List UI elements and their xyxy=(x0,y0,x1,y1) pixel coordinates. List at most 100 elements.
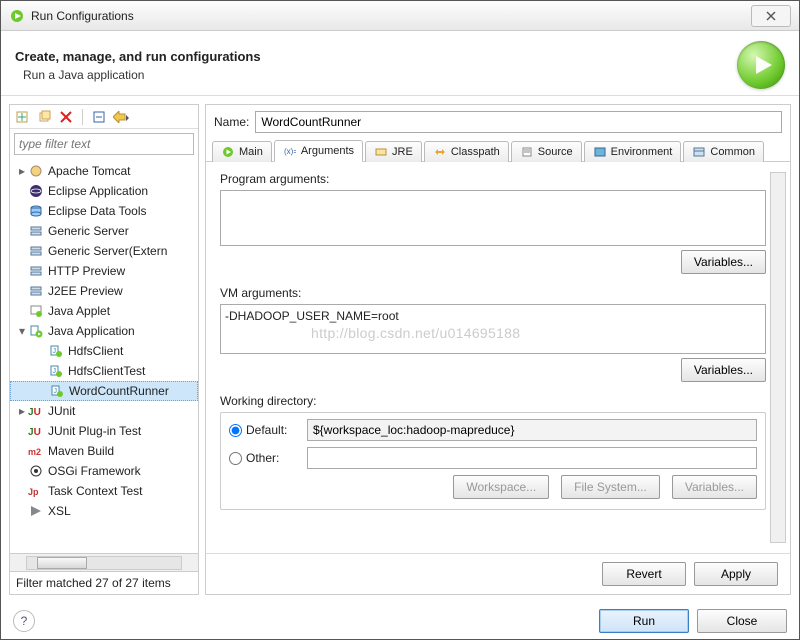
tree-item-j2ee-preview[interactable]: J2EE Preview xyxy=(10,281,198,301)
maven-icon: m2 xyxy=(28,443,44,459)
tree-item-label: HTTP Preview xyxy=(48,264,125,278)
tree-item-eclipse-application[interactable]: Eclipse Application xyxy=(10,181,198,201)
program-args-label: Program arguments: xyxy=(220,172,766,186)
expand-arrow-icon[interactable]: ▸ xyxy=(16,164,28,178)
javarun-icon: J xyxy=(49,383,65,399)
v-scrollbar[interactable] xyxy=(770,172,786,543)
program-args-input[interactable] xyxy=(220,190,766,246)
tree-item-label: Generic Server(Extern xyxy=(48,244,167,258)
tree-item-hdfsclienttest[interactable]: JHdfsClientTest xyxy=(10,361,198,381)
xsl-icon xyxy=(28,503,44,519)
tree-item-eclipse-data-tools[interactable]: Eclipse Data Tools xyxy=(10,201,198,221)
tab-common[interactable]: Common xyxy=(683,141,764,162)
close-button[interactable]: Close xyxy=(697,609,787,633)
vm-args-input[interactable]: -DHADOOP_USER_NAME=root http://blog.csdn… xyxy=(220,304,766,354)
delete-icon[interactable] xyxy=(58,109,74,125)
svg-text:JU: JU xyxy=(28,427,41,438)
tab-arguments[interactable]: (x)= Arguments xyxy=(274,140,363,162)
filter-menu-icon[interactable] xyxy=(113,109,129,125)
eclipse-icon xyxy=(28,183,44,199)
args-icon: (x)= xyxy=(283,144,297,158)
filter-box[interactable] xyxy=(14,133,194,155)
tab-classpath[interactable]: Classpath xyxy=(424,141,509,162)
tree-item-task-context-test[interactable]: Jp Task Context Test xyxy=(10,481,198,501)
common-icon xyxy=(692,145,706,159)
server-icon xyxy=(28,263,44,279)
tree-item-generic-server-extern[interactable]: Generic Server(Extern xyxy=(10,241,198,261)
tab-label: JRE xyxy=(392,146,413,158)
tree-item-hdfsclient[interactable]: J HdfsClient xyxy=(10,341,198,361)
watermark-text: http://blog.csdn.net/u014695188 xyxy=(311,325,520,341)
tab-source[interactable]: Source xyxy=(511,141,582,162)
tree-item-label: WordCountRunner xyxy=(69,384,169,398)
expand-arrow-icon[interactable]: ▾ xyxy=(16,324,28,338)
tree-item-label: Task Context Test xyxy=(48,484,143,498)
run-header-icon xyxy=(737,41,785,89)
source-icon xyxy=(520,145,534,159)
svg-text:(x)=: (x)= xyxy=(284,147,296,156)
tab-main[interactable]: Main xyxy=(212,141,272,162)
tree-item-generic-server[interactable]: Generic Server xyxy=(10,221,198,241)
apply-button[interactable]: Apply xyxy=(694,562,778,586)
vm-variables-button[interactable]: Variables... xyxy=(681,358,766,382)
workspace-button[interactable]: Workspace... xyxy=(453,475,549,499)
eclipse-run-icon xyxy=(9,8,25,24)
new-config-icon[interactable] xyxy=(14,109,30,125)
h-scrollbar[interactable] xyxy=(10,553,198,571)
duplicate-icon[interactable] xyxy=(36,109,52,125)
close-window-button[interactable] xyxy=(751,5,791,27)
revert-button[interactable]: Revert xyxy=(602,562,686,586)
dialog-header: Create, manage, and run configurations R… xyxy=(1,31,799,96)
tree-item-java-application[interactable]: ▾ Java Application xyxy=(10,321,198,341)
junit-icon: JU xyxy=(28,403,44,419)
tab-label: Arguments xyxy=(301,145,354,157)
tree-item-java-applet[interactable]: Java Applet xyxy=(10,301,198,321)
javarun-icon: J xyxy=(48,343,64,359)
name-input[interactable] xyxy=(255,111,782,133)
tree-item-junit-plug-in-test[interactable]: JUJUnit Plug-in Test xyxy=(10,421,198,441)
javarun-icon: J xyxy=(48,363,64,379)
tomcat-icon xyxy=(28,163,44,179)
task-icon: Jp xyxy=(28,483,44,499)
tree-item-label: Eclipse Application xyxy=(48,184,148,198)
wd-variables-button[interactable]: Variables... xyxy=(672,475,757,499)
tab-environment[interactable]: Environment xyxy=(584,141,682,162)
tree-item-apache-tomcat[interactable]: ▸ Apache Tomcat xyxy=(10,161,198,181)
tree-item-label: Java Application xyxy=(48,324,135,338)
tree-item-junit[interactable]: ▸JU JUnit xyxy=(10,401,198,421)
tree-item-osgi-framework[interactable]: OSGi Framework xyxy=(10,461,198,481)
tree-item-label: Maven Build xyxy=(48,444,114,458)
tree-item-http-preview[interactable]: HTTP Preview xyxy=(10,261,198,281)
other-dir-input[interactable] xyxy=(307,447,757,469)
other-radio[interactable]: Other: xyxy=(229,451,299,465)
tree-item-xsl[interactable]: XSL xyxy=(10,501,198,521)
tree-item-label: JUnit xyxy=(48,404,75,418)
tree-item-label: Generic Server xyxy=(48,224,129,238)
svg-text:J: J xyxy=(53,368,57,375)
tree-item-label: HdfsClient xyxy=(68,344,123,358)
tree-item-label: OSGi Framework xyxy=(48,464,141,478)
titlebar: Run Configurations xyxy=(1,1,799,31)
default-radio[interactable]: Default: xyxy=(229,423,299,437)
server-icon xyxy=(28,283,44,299)
tree-item-wordcountrunner[interactable]: J WordCountRunner xyxy=(10,381,198,401)
tree-item-label: Apache Tomcat xyxy=(48,164,131,178)
classpath-icon xyxy=(433,145,447,159)
config-tree[interactable]: ▸ Apache Tomcat Eclipse Application Eclipse… xyxy=(10,159,198,553)
tab-bar: Main (x)= Arguments JRE ClasspathSource Envir… xyxy=(206,139,790,162)
program-variables-button[interactable]: Variables... xyxy=(681,250,766,274)
tree-item-label: Java Applet xyxy=(48,304,110,318)
help-button[interactable]: ? xyxy=(13,610,35,632)
tab-label: Environment xyxy=(611,146,673,158)
jre-icon xyxy=(374,145,388,159)
expand-arrow-icon[interactable]: ▸ xyxy=(16,404,28,418)
filter-input[interactable] xyxy=(15,134,193,154)
filesystem-button[interactable]: File System... xyxy=(561,475,660,499)
env-icon xyxy=(593,145,607,159)
tree-item-maven-build[interactable]: m2 Maven Build xyxy=(10,441,198,461)
collapse-all-icon[interactable] xyxy=(91,109,107,125)
run-button[interactable]: Run xyxy=(599,609,689,633)
tab-jre[interactable]: JRE xyxy=(365,141,422,162)
left-panel: ▸ Apache Tomcat Eclipse Application Eclipse… xyxy=(9,104,199,595)
applet-icon xyxy=(28,303,44,319)
